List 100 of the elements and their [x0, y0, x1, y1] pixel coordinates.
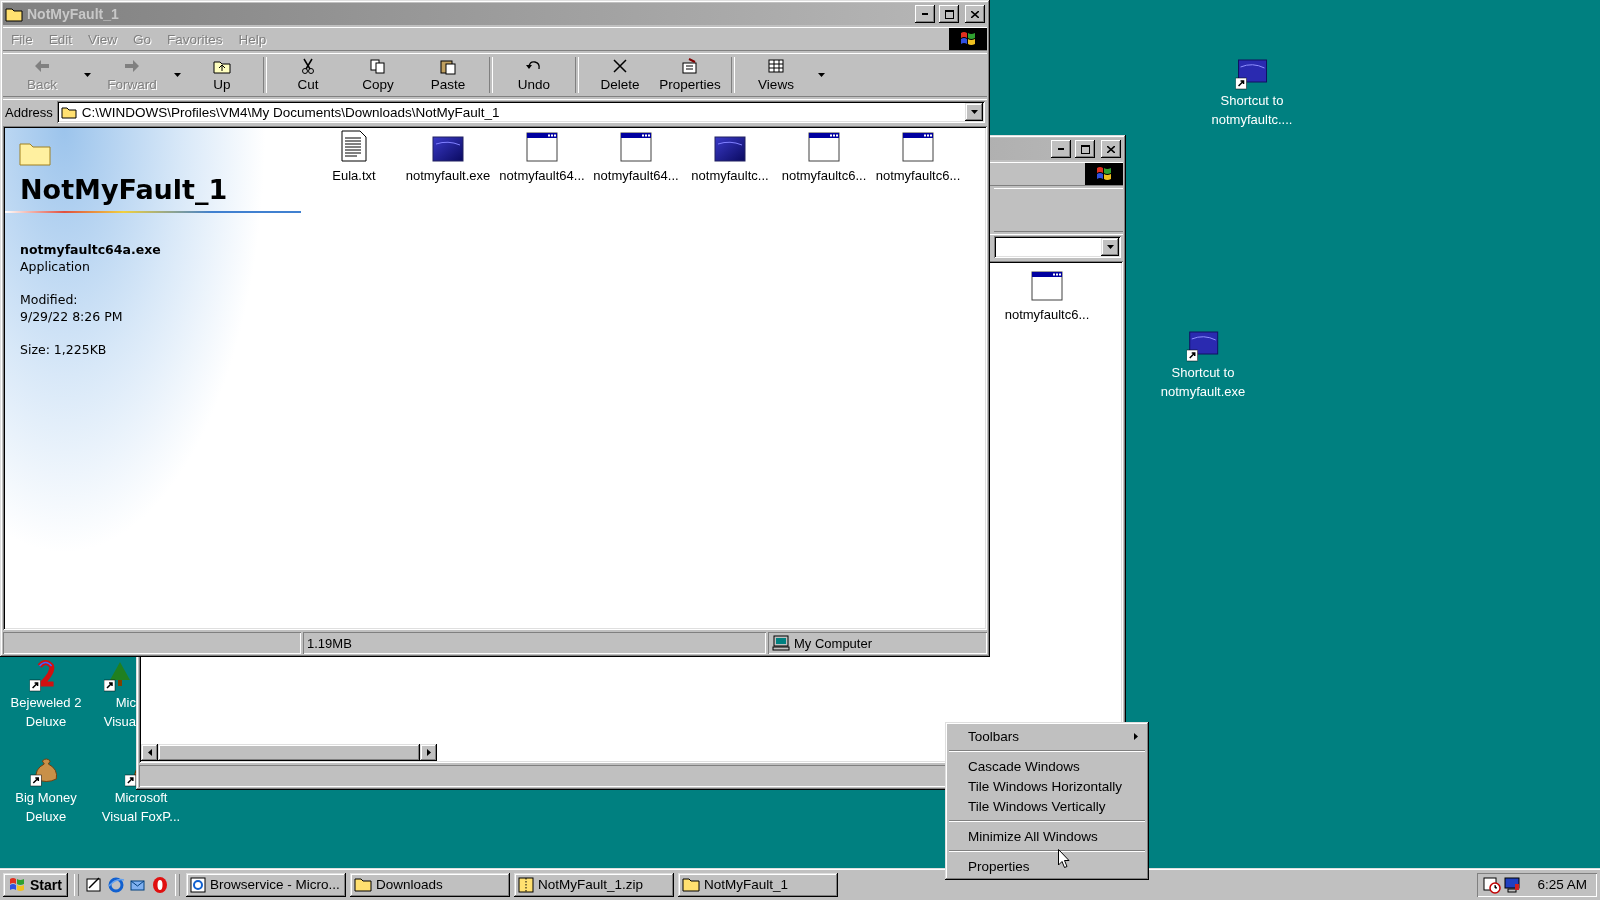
desktop-icon-label[interactable]: Shortcut to [1220, 93, 1284, 109]
menu-item[interactable]: Minimize All Windows [948, 826, 1146, 846]
toolbar-icon [123, 58, 141, 75]
menu-item[interactable]: Toolbars [948, 726, 1146, 746]
file-type: Application [20, 258, 91, 275]
status-zone: My Computer [768, 632, 987, 654]
maximize-button[interactable] [1075, 140, 1095, 158]
right-arrow-icon [426, 749, 431, 756]
toolbar-button[interactable]: Views [741, 54, 811, 96]
folder-icon [5, 6, 23, 22]
toolbar-icon [299, 58, 317, 75]
address-field[interactable] [994, 236, 1121, 258]
minimize-button[interactable] [1051, 140, 1071, 158]
toolbar-icon [767, 58, 785, 75]
caret-icon [1106, 245, 1114, 249]
dropdown-button[interactable] [965, 103, 983, 121]
desktop-icon-label[interactable]: Big Money [15, 790, 77, 806]
close-icon [971, 10, 979, 18]
window-icon [620, 132, 652, 162]
minimize-icon [1058, 148, 1064, 150]
browser-icon [189, 876, 206, 893]
toolbar-button[interactable]: Cut [273, 54, 343, 96]
scrollbar-thumb[interactable] [158, 744, 420, 761]
oval-icon[interactable] [150, 875, 169, 894]
folder-icon [681, 877, 700, 892]
zipped-folder-icon [517, 876, 534, 893]
desktop-icon-label[interactable]: Visua [103, 714, 136, 730]
menu-item[interactable]: Properties [948, 856, 1146, 876]
desktop-icon-label[interactable]: Visual FoxP... [101, 809, 181, 825]
close-icon [1107, 145, 1115, 153]
address-label: Address [5, 104, 53, 120]
flag-icon [958, 30, 978, 48]
file-name[interactable]: notmyfault64... [593, 168, 679, 183]
toolbar-button[interactable]: Properties [655, 54, 725, 96]
close-button[interactable] [965, 5, 985, 23]
desktop-icon-label[interactable]: notmyfaultc.... [1211, 112, 1293, 128]
file-name[interactable]: notmyfaultc6... [1004, 307, 1090, 322]
text-document-icon [341, 130, 367, 162]
file-name[interactable]: notmyfault64... [499, 168, 585, 183]
folder-icon [19, 140, 51, 166]
maximize-icon [944, 9, 954, 19]
toolbar-icon [213, 58, 231, 75]
taskbar-button[interactable]: NotMyFault_1 [677, 872, 838, 897]
toolbar-icon [369, 58, 387, 75]
toolbar-icon [439, 58, 457, 75]
dropdown-arrow-icon[interactable] [817, 73, 825, 77]
scroll-left-button[interactable] [141, 744, 158, 761]
scheduler-icon[interactable] [1483, 875, 1502, 894]
desktop-icon-label[interactable]: Deluxe [25, 714, 67, 730]
file-name[interactable]: notmyfault.exe [405, 168, 491, 183]
toolbar-icon [611, 58, 629, 75]
maximize-button[interactable] [939, 5, 959, 23]
desktop-icon-label[interactable]: Deluxe [25, 809, 67, 825]
show-desktop-icon[interactable] [84, 875, 103, 894]
file-name[interactable]: notmyfaultc6... [781, 168, 867, 183]
desktop-icon-label[interactable]: notmyfault.exe [1160, 384, 1246, 400]
maximize-icon [1080, 144, 1090, 154]
file-size: Size: 1,225KB [20, 341, 108, 358]
menu-item[interactable]: Cascade Windows [948, 756, 1146, 776]
file-name[interactable]: notmyfaultc... [691, 168, 769, 183]
minimize-button[interactable] [915, 5, 935, 23]
start-button[interactable]: Start [3, 872, 68, 897]
program-icon [714, 136, 746, 162]
window-icon [808, 132, 840, 162]
caret-icon [970, 110, 978, 114]
toolbar-button[interactable]: Copy [343, 54, 413, 96]
status-size: 1.19MB [303, 632, 766, 654]
desktop-icon-label[interactable]: Microsoft [114, 790, 168, 806]
toolbar-button[interactable]: Paste [413, 54, 483, 96]
desktop-icon-label[interactable]: Mic [115, 695, 136, 711]
menu-item[interactable]: Tile Windows Vertically [948, 796, 1146, 816]
window-title: NotMyFault_1 [27, 6, 119, 22]
selected-file-name: notmyfaultc64a.exe [20, 241, 162, 258]
folder-icon [60, 105, 77, 119]
modified-date: 9/29/22 8:26 PM [20, 308, 124, 325]
submenu-arrow-icon [1134, 732, 1138, 740]
taskbar-button[interactable]: Browservice - Micro... [185, 872, 346, 897]
monitor-icon[interactable] [1503, 875, 1522, 894]
file-name[interactable]: Eula.txt [332, 168, 376, 183]
scroll-right-button[interactable] [420, 744, 437, 761]
close-button[interactable] [1101, 140, 1121, 158]
left-arrow-icon [147, 749, 152, 756]
toolbar-button[interactable]: Up [187, 54, 257, 96]
minimize-icon [922, 13, 928, 15]
address-field[interactable]: C:\WINDOWS\Profiles\VM4\My Documents\Downloads\NotMyFault_1 [56, 101, 985, 123]
program-shortcut-icon [1187, 330, 1219, 362]
toolbar-button[interactable]: Delete [585, 54, 655, 96]
taskbar-button[interactable]: NotMyFault_1.zip [513, 872, 674, 897]
toolbar-button[interactable]: Undo [499, 54, 569, 96]
window-icon [526, 132, 558, 162]
flag-icon [7, 875, 27, 894]
dropdown-button[interactable] [1101, 238, 1119, 256]
desktop-icon-label[interactable]: Bejeweled 2 [10, 695, 82, 711]
folder-icon [353, 877, 372, 892]
taskbar-button[interactable]: Downloads [349, 872, 510, 897]
window-icon [1031, 271, 1063, 301]
clock[interactable]: 6:25 AM [1537, 877, 1587, 892]
file-name[interactable]: notmyfaultc6... [875, 168, 961, 183]
desktop-icon-label[interactable]: Shortcut to [1171, 365, 1235, 381]
menu-item[interactable]: Tile Windows Horizontally [948, 776, 1146, 796]
